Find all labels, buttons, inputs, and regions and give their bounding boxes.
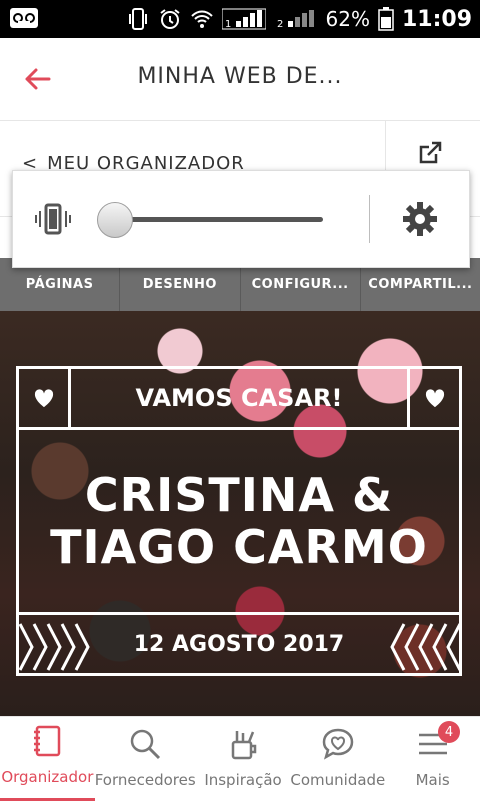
battery-icon: [378, 7, 394, 31]
nav-label: Comunidade: [290, 771, 386, 789]
battery-percent: 62%: [325, 7, 370, 31]
nav-label: Mais: [415, 771, 450, 789]
gear-icon[interactable]: [402, 201, 438, 237]
nav-fornecedores[interactable]: Fornecedores: [95, 717, 196, 801]
wedding-hero: VAMOS CASAR! CRISTINA & TIAGO CARMO 12 A…: [0, 311, 480, 716]
clock: 11:09: [401, 6, 472, 32]
divider: [369, 195, 370, 243]
nav-inspiracao[interactable]: Inspiração: [196, 717, 291, 801]
brushes-icon: [226, 727, 260, 761]
status-bar: 1 2 62% 11:09: [0, 0, 480, 38]
notification-badge: 4: [438, 721, 460, 743]
chat-heart-icon: [321, 727, 355, 761]
heart-icon: [19, 369, 71, 427]
names-line-2: TIAGO CARMO: [50, 520, 428, 574]
arrow-feathers-right-icon: [384, 618, 464, 676]
nav-label: Inspiração: [204, 771, 282, 789]
volume-slider-thumb[interactable]: [97, 202, 133, 238]
vibrate-mode-icon[interactable]: [35, 201, 71, 237]
voicemail-icon: [10, 8, 38, 28]
heart-icon: [407, 369, 459, 427]
svg-text:1: 1: [225, 19, 231, 30]
volume-overlay: [12, 170, 470, 268]
couple-names: CRISTINA & TIAGO CARMO: [19, 469, 459, 573]
sim2-signal-icon: 2: [274, 7, 318, 31]
nav-label: Organizador: [1, 768, 94, 786]
nav-comunidade[interactable]: Comunidade: [290, 717, 385, 801]
search-icon: [128, 727, 162, 761]
app-bar: MINHA WEB DE...: [0, 38, 480, 121]
svg-text:2: 2: [277, 19, 283, 30]
bottom-nav: Organizador Fornecedores Inspiração Comu…: [0, 716, 480, 801]
vibrate-icon: [126, 7, 150, 31]
alarm-icon: [158, 7, 182, 31]
wifi-icon: [190, 7, 214, 31]
hero-header: VAMOS CASAR!: [135, 384, 343, 412]
external-link-icon: [416, 139, 444, 167]
nav-mais[interactable]: 4 Mais: [385, 717, 480, 801]
nav-label: Fornecedores: [94, 771, 196, 789]
volume-slider-track[interactable]: [113, 217, 323, 222]
page-title: MINHA WEB DE...: [137, 64, 343, 89]
arrow-feathers-left-icon: [16, 618, 96, 676]
notebook-icon: [30, 724, 64, 758]
sim1-signal-icon: 1: [221, 7, 267, 31]
nav-organizador[interactable]: Organizador: [0, 717, 95, 801]
names-line-1: CRISTINA &: [84, 468, 394, 522]
